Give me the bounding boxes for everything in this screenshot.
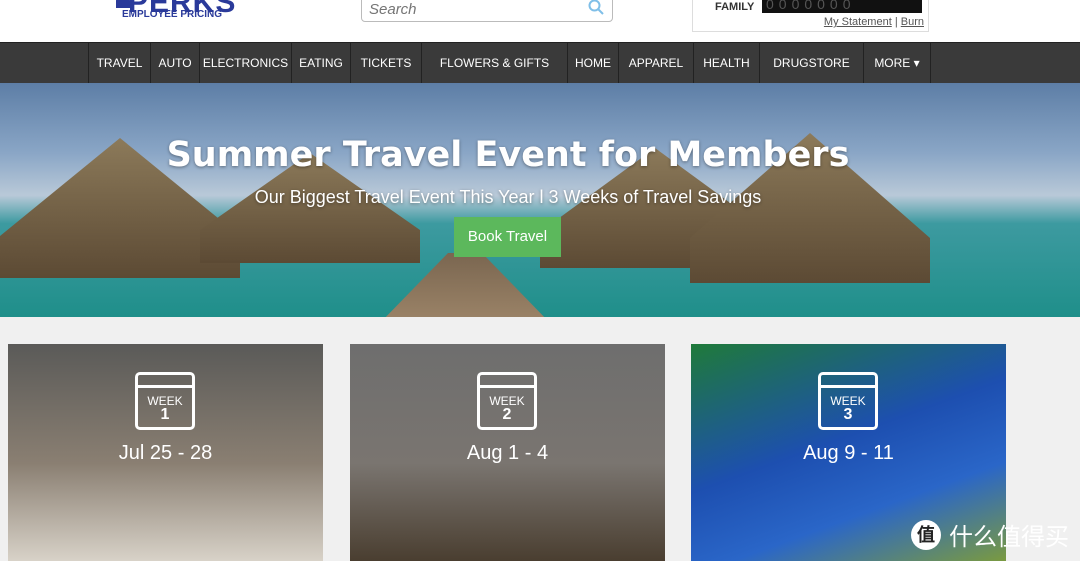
search-icon[interactable] [588,0,604,15]
perks-logo[interactable]: PERKS EMPLOYEE PRICING [108,0,238,28]
account-label: FAMILY [715,1,755,13]
hero-subtitle: Our Biggest Travel Event This Year l 3 W… [254,187,762,207]
hero-banner: Summer Travel Event for Members Our Bigg… [0,83,1080,317]
main-nav: TRAVEL AUTO ELECTRONICS EATING TICKETS F… [0,42,1080,83]
nav-electronics[interactable]: ELECTRONICS [199,43,291,83]
account-box: FAMILY 0000000 My Statement | Burn [692,0,929,32]
nav-apparel[interactable]: APPAREL [618,43,693,83]
watermark-badge-icon: 值 [911,519,941,550]
week-dates: Aug 9 - 11 [803,442,894,464]
logo-subtitle: EMPLOYEE PRICING [122,9,223,20]
my-statement-link[interactable]: My Statement [824,16,892,28]
nav-more[interactable]: MORE ▾ [863,43,931,83]
nav-tickets[interactable]: TICKETS [350,43,421,83]
hero-title: Summer Travel Event for Members [166,135,850,175]
points-counter: 0000000 [762,0,922,13]
search-input[interactable] [369,1,579,18]
calendar-icon: WEEK 1 [135,372,195,430]
nav-home[interactable]: HOME [567,43,618,83]
site-header: PERKS EMPLOYEE PRICING FAMILY 0000000 My… [0,0,1080,42]
week-dates: Jul 25 - 28 [118,442,213,464]
search-box [361,0,613,22]
nav-flowers-gifts[interactable]: FLOWERS & GIFTS [421,43,567,83]
calendar-icon: WEEK 2 [477,372,537,430]
nav-travel[interactable]: TRAVEL [88,43,150,83]
watermark-text: 什么值得买 [949,524,1069,551]
nav-auto[interactable]: AUTO [150,43,199,83]
nav-drugstore[interactable]: DRUGSTORE [759,43,863,83]
burn-link[interactable]: Burn [901,16,924,28]
week-2-card[interactable]: WEEK 2 Aug 1 - 4 [350,344,665,561]
nav-health[interactable]: HEALTH [693,43,759,83]
watermark: 值 什么值得买 [911,517,1069,552]
book-travel-button[interactable]: Book Travel [454,217,561,257]
week-1-card[interactable]: WEEK 1 Jul 25 - 28 [8,344,323,561]
calendar-icon: WEEK 3 [818,372,878,430]
week-dates: Aug 1 - 4 [466,442,549,464]
nav-eating[interactable]: EATING [291,43,350,83]
link-separator: | [894,16,898,28]
